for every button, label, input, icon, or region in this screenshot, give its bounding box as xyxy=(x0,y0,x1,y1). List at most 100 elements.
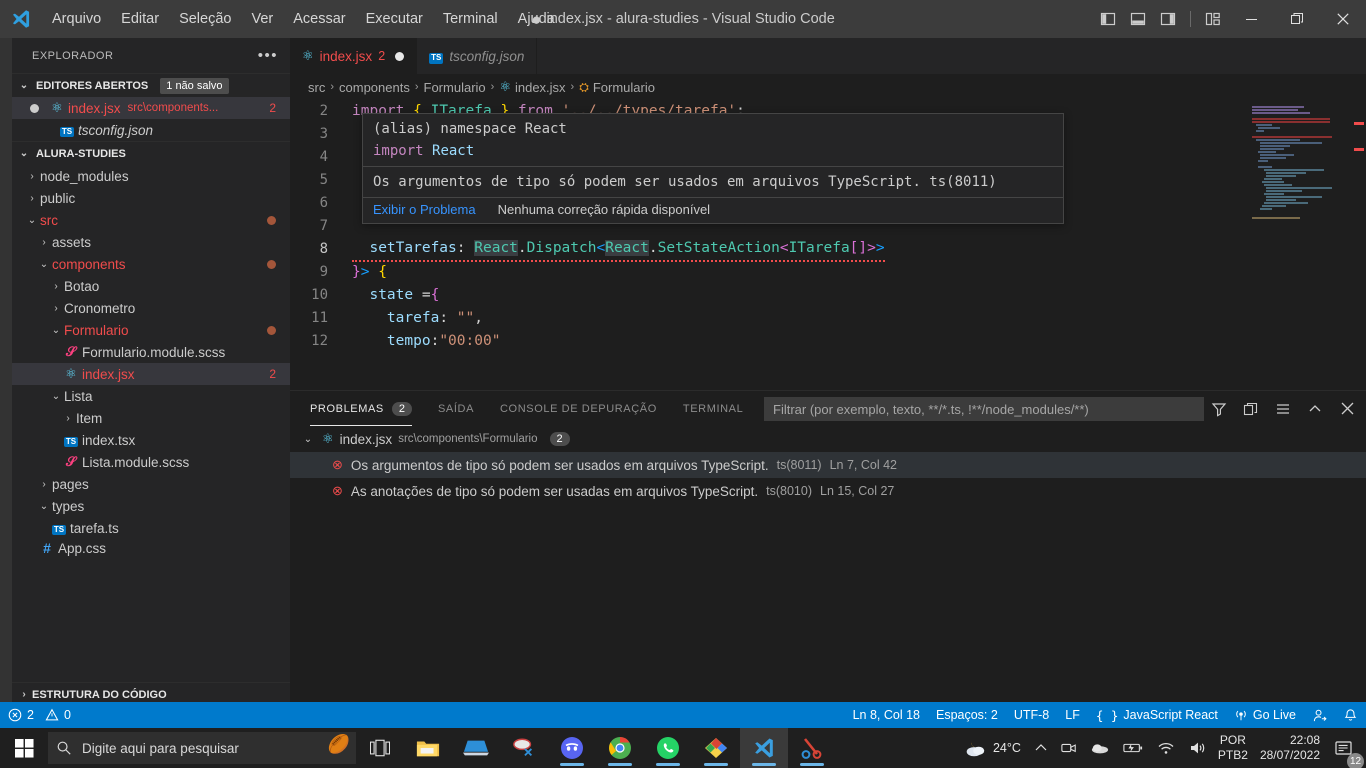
start-button[interactable] xyxy=(0,728,48,768)
tree-item-formulario-module-scss[interactable]: 𝒮 Formulario.module.scss xyxy=(12,341,290,363)
filter-icon[interactable] xyxy=(1210,400,1228,418)
tree-item-tarefa-ts[interactable]: TS tarefa.ts xyxy=(12,517,290,539)
problem-file-name: index.jsx xyxy=(339,431,393,447)
open-editor-index-jsx[interactable]: ⚛ index.jsx src\components... 2 xyxy=(12,97,290,119)
tray-wifi-icon[interactable] xyxy=(1150,728,1182,768)
tree-item-public[interactable]: › public xyxy=(12,187,290,209)
section-project-root[interactable]: ⌄ ALURA-STUDIES xyxy=(12,141,290,165)
close-icon[interactable] xyxy=(1338,400,1356,418)
taskbar-snip-tool[interactable] xyxy=(500,728,548,768)
tree-item-assets[interactable]: › assets xyxy=(12,231,290,253)
section-open-editors[interactable]: ⌄ EDITORES ABERTOS 1 não salvo xyxy=(12,73,290,97)
tray-battery-icon[interactable] xyxy=(1116,728,1150,768)
tree-item-index-tsx[interactable]: TS index.tsx xyxy=(12,429,290,451)
menu-acessar[interactable]: Acessar xyxy=(283,7,355,31)
tray-onedrive-icon[interactable] xyxy=(1084,728,1116,768)
notification-center-button[interactable]: 12 xyxy=(1328,728,1364,768)
tab-console-depuracao[interactable]: CONSOLE DE DEPURAÇÃO xyxy=(500,391,657,426)
close-button[interactable] xyxy=(1320,0,1366,38)
tab-dirty-icon[interactable] xyxy=(395,51,405,61)
tree-item-types[interactable]: ⌄ types xyxy=(12,495,290,517)
problems-filter-input[interactable] xyxy=(764,397,1204,421)
menu-executar[interactable]: Executar xyxy=(356,7,433,31)
breadcrumb-formulario[interactable]: Formulario xyxy=(424,80,486,95)
account-icon xyxy=(1313,709,1327,721)
tray-volume-icon[interactable] xyxy=(1182,728,1214,768)
tree-item-components[interactable]: ⌄ components xyxy=(12,253,290,275)
task-view-button[interactable] xyxy=(356,728,404,768)
weather-widget[interactable]: 24°C xyxy=(956,728,1028,768)
tab-index-jsx[interactable]: ⚛ index.jsx 2 xyxy=(290,38,418,74)
tree-item-cronometro[interactable]: › Cronometro xyxy=(12,297,290,319)
toggle-secondary-sidebar-icon[interactable] xyxy=(1153,0,1183,38)
status-eol[interactable]: LF xyxy=(1057,702,1088,728)
tree-item-lista-module-scss[interactable]: 𝒮 Lista.module.scss xyxy=(12,451,290,473)
problem-file-group[interactable]: ⌄ ⚛ index.jsx src\components\Formulario … xyxy=(290,426,1366,452)
breadcrumb-components[interactable]: components xyxy=(339,80,410,95)
tree-item-item[interactable]: › Item xyxy=(12,407,290,429)
maximize-button[interactable] xyxy=(1274,0,1320,38)
tab-terminal[interactable]: TERMINAL xyxy=(683,391,743,426)
status-indentation[interactable]: Espaços: 2 xyxy=(928,702,1006,728)
editor-scrollbar[interactable] xyxy=(1352,100,1366,352)
menu-selecao[interactable]: Seleção xyxy=(169,7,241,31)
status-go-live[interactable]: Go Live xyxy=(1226,702,1304,728)
menu-ver[interactable]: Ver xyxy=(241,7,283,31)
breadcrumb-src[interactable]: src xyxy=(308,80,325,95)
status-accounts[interactable] xyxy=(1304,702,1335,728)
menu-editar[interactable]: Editar xyxy=(111,7,169,31)
activity-bar[interactable] xyxy=(0,38,12,730)
tree-item-index-jsx[interactable]: ⚛ index.jsx 2 xyxy=(12,363,290,385)
breadcrumb-file[interactable]: ⚛ index.jsx xyxy=(499,79,565,95)
tree-item-node_modules[interactable]: › node_modules xyxy=(12,165,290,187)
language-indicator[interactable]: POR PTB2 xyxy=(1214,733,1252,763)
tab-problemas[interactable]: PROBLEMAS 2 xyxy=(310,391,412,426)
tab-saida[interactable]: SAÍDA xyxy=(438,391,474,426)
taskbar-google-drive[interactable] xyxy=(692,728,740,768)
tab-tsconfig-json[interactable]: TS tsconfig.json xyxy=(417,38,538,74)
problem-row[interactable]: ⊗ Os argumentos de tipo só podem ser usa… xyxy=(290,452,1366,478)
dirty-indicator-icon[interactable] xyxy=(30,103,39,113)
taskbar-discord[interactable] xyxy=(548,728,596,768)
code-editor[interactable]: 2 import { ITarefa } from '../../types/t… xyxy=(290,100,1366,352)
taskbar-remote-desktop[interactable] xyxy=(452,728,500,768)
tree-item-app-css[interactable]: # App.css xyxy=(12,539,290,557)
tree-item-lista[interactable]: ⌄ Lista xyxy=(12,385,290,407)
tray-camera-icon[interactable] xyxy=(1054,728,1084,768)
status-encoding[interactable]: UTF-8 xyxy=(1006,702,1057,728)
status-cursor-position[interactable]: Ln 8, Col 18 xyxy=(845,702,928,728)
minimap[interactable] xyxy=(1248,100,1352,352)
taskbar-whatsapp[interactable] xyxy=(644,728,692,768)
minimize-button[interactable] xyxy=(1228,0,1274,38)
toggle-panel-icon[interactable] xyxy=(1123,0,1153,38)
problem-location: Ln 7, Col 42 xyxy=(829,458,897,472)
clock[interactable]: 22:08 28/07/2022 xyxy=(1252,733,1328,763)
show-problem-link[interactable]: Exibir o Problema xyxy=(373,202,476,217)
menu-ajuda[interactable]: Ajuda xyxy=(508,7,565,31)
open-editor-tsconfig-json[interactable]: TS tsconfig.json xyxy=(12,119,290,141)
breadcrumb-symbol[interactable]: ⛭ Formulario xyxy=(579,80,655,95)
status-notifications[interactable] xyxy=(1335,702,1366,728)
toggle-primary-sidebar-icon[interactable] xyxy=(1093,0,1123,38)
taskbar-chrome[interactable] xyxy=(596,728,644,768)
taskbar-vscode[interactable] xyxy=(740,728,788,768)
language-line1: POR xyxy=(1219,733,1246,747)
show-hidden-icons-button[interactable] xyxy=(1028,728,1054,768)
taskbar-snipping-tool[interactable] xyxy=(788,728,836,768)
tree-item-pages[interactable]: › pages xyxy=(12,473,290,495)
tree-item-src[interactable]: ⌄ src xyxy=(12,209,290,231)
customize-layout-icon[interactable] xyxy=(1198,0,1228,38)
menu-terminal[interactable]: Terminal xyxy=(433,7,508,31)
split-panel-icon[interactable] xyxy=(1242,400,1260,418)
tree-item-formulario[interactable]: ⌄ Formulario xyxy=(12,319,290,341)
status-language-mode[interactable]: { } JavaScript React xyxy=(1088,702,1226,728)
menu-arquivo[interactable]: Arquivo xyxy=(42,7,111,31)
taskbar-file-explorer[interactable] xyxy=(404,728,452,768)
taskbar-search[interactable]: Digite aqui para pesquisar 🏉 xyxy=(48,732,356,764)
status-problems[interactable]: 2 0 xyxy=(0,702,79,728)
tree-item-botao[interactable]: › Botao xyxy=(12,275,290,297)
chevron-up-icon[interactable] xyxy=(1306,400,1324,418)
explorer-more-actions-icon[interactable]: ••• xyxy=(258,48,278,63)
list-icon[interactable] xyxy=(1274,400,1292,418)
problem-row[interactable]: ⊗ As anotações de tipo só podem ser usad… xyxy=(290,478,1366,504)
